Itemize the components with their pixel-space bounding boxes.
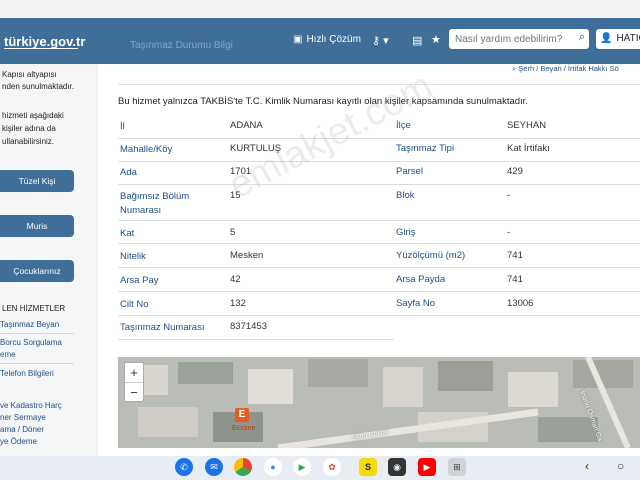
id-card-icon[interactable]: ▤ [412, 34, 422, 47]
detail-value: 132 [230, 298, 246, 309]
chat-icon: ▣ [293, 34, 303, 45]
search-box: ⌕ [449, 29, 589, 50]
logo-underline [4, 48, 78, 49]
intro-text: Bu hizmet yalnızca TAKBİS'te T.C. Kimlik… [118, 96, 528, 107]
play-store-icon[interactable]: ▶ [293, 458, 311, 476]
sidebar-info-1: hizmeti aşağıdaki [2, 111, 64, 120]
detail-label: Taşınmaz Tipi [396, 143, 455, 154]
chrome-icon[interactable] [234, 458, 252, 476]
detail-label: İlçe [396, 120, 411, 131]
detail-label: Nitelik [120, 251, 146, 262]
sidebar-separator [0, 333, 74, 334]
assistant-icon[interactable]: ● [264, 458, 282, 476]
back-nav-button[interactable]: ‹ [585, 459, 589, 473]
camera-icon[interactable]: ◉ [388, 458, 406, 476]
photos-icon[interactable]: ✿ [323, 458, 341, 476]
row-divider [118, 161, 640, 162]
sidebar-link-kadastro-2[interactable]: ner Sermaye [0, 412, 46, 423]
sidebar-info-2: kişiler adına da [2, 124, 56, 133]
row-divider [118, 184, 640, 185]
app-grid-icon[interactable]: ⊞ [448, 458, 466, 476]
detail-value: - [507, 227, 511, 238]
detail-value: 8371453 [230, 321, 267, 332]
detail-label: Mahalle/Köy [120, 144, 173, 155]
pharmacy-icon[interactable]: E [235, 408, 249, 422]
detail-value: 42 [230, 274, 241, 285]
detail-label: Sayfa No [396, 298, 436, 309]
detail-value: 15 [230, 190, 241, 201]
detail-label: Arsa Payda [396, 274, 446, 285]
breadcrumb-link[interactable]: ⌕ Şerh / Beyan / İrtifak Hakkı Sö [512, 64, 619, 74]
row-divider [118, 243, 640, 244]
detail-label: Giriş [396, 227, 416, 238]
sidebar-link-eme[interactable]: eme [0, 349, 16, 360]
search-input[interactable] [449, 29, 579, 50]
messages-icon[interactable]: ✉ [205, 458, 223, 476]
muris-button[interactable]: Muris [0, 215, 74, 237]
sidebar-separator [0, 363, 74, 364]
hizli-cozum-button[interactable]: ▣ Hızlı Çözüm [293, 34, 361, 45]
breadcrumb-faint-link[interactable]: Taşınmaz Durumu Bilgi [130, 40, 233, 51]
detail-value: - [507, 190, 511, 201]
sidebar-link-kadastro-3[interactable]: ama / Döner [0, 424, 44, 435]
row-divider [118, 138, 640, 139]
pharmacy-label: Eczane [232, 425, 256, 432]
row-divider [118, 339, 394, 340]
android-taskbar [0, 456, 640, 480]
breadcrumb-text: Şerh / Beyan / İrtifak Hakkı Sö [518, 64, 619, 73]
detail-value: Mesken [230, 250, 264, 261]
user-name: HATICE [616, 33, 640, 44]
youtube-icon[interactable]: ▶ [418, 458, 436, 476]
sahibinden-icon[interactable]: S [359, 458, 377, 476]
detail-label: Taşınmaz Numarası [120, 322, 205, 333]
sidebar-link-kadastro-4[interactable]: ye Ödeme [0, 436, 37, 447]
star-icon[interactable]: ★ [431, 33, 441, 46]
site-logo[interactable]: türkiye.gov.tr [4, 34, 85, 49]
home-nav-button[interactable]: ○ [617, 459, 624, 473]
detail-value: 13006 [507, 298, 534, 309]
cocuklariniz-button[interactable]: Çocuklarınız [0, 260, 74, 282]
detail-label: Bağımsız Bölüm Numarası [120, 191, 190, 216]
row-divider [118, 220, 640, 221]
detail-value: 1701 [230, 166, 252, 177]
sidebar-section-title: LEN HİZMETLER [2, 304, 66, 313]
detail-value: Kat İrtifakı [507, 143, 550, 154]
map-zoom-control: + − [124, 362, 144, 402]
browser-strip [0, 0, 640, 18]
detail-label: Cilt No [120, 299, 149, 310]
detail-value: 429 [507, 166, 523, 177]
user-menu[interactable]: 👤HATICE [596, 29, 640, 49]
detail-label: İl [120, 121, 125, 132]
sidebar-top-text-2: nden sunulmaktadır. [2, 82, 75, 91]
detail-value: 741 [507, 250, 523, 261]
tuzel-kisi-button[interactable]: Tüzel Kişi [0, 170, 74, 192]
key-icon[interactable]: ⚷ ▾ [372, 34, 389, 47]
detail-label: Arsa Pay [120, 275, 159, 286]
sidebar-link-telefon[interactable]: Telefon Bilgileri [0, 368, 54, 379]
detail-label: Yüzölçümü (m2) [396, 250, 466, 261]
detail-label: Ada [120, 167, 137, 178]
hizli-cozum-label: Hızlı Çözüm [306, 34, 361, 45]
detail-label: Parsel [396, 166, 423, 177]
detail-value: SEYHAN [507, 120, 547, 131]
detail-value: ADANA [230, 120, 263, 131]
detail-value: KURTULUŞ [230, 143, 282, 154]
row-divider [118, 315, 640, 316]
detail-value: 741 [507, 274, 523, 285]
row-divider [118, 291, 640, 292]
row-divider [118, 267, 640, 268]
sidebar-link-kadastro-1[interactable]: ve Kadastro Harç [0, 400, 62, 411]
sidebar-link-tasinmaz-beyan[interactable]: Taşınmaz Beyan [0, 319, 59, 330]
phone-icon[interactable]: ✆ [175, 458, 193, 476]
user-icon: 👤 [600, 33, 613, 44]
detail-label: Blok [396, 190, 415, 201]
search-icon[interactable]: ⌕ [579, 31, 585, 44]
detail-value: 5 [230, 227, 236, 238]
zoom-in-button[interactable]: + [125, 363, 143, 383]
sidebar-info-3: ullanabilirsiniz. [2, 137, 55, 146]
zoom-out-button[interactable]: − [125, 383, 143, 402]
sidebar-link-borcu[interactable]: Borcu Sorgulama [0, 337, 62, 348]
detail-label: Kat [120, 228, 135, 239]
